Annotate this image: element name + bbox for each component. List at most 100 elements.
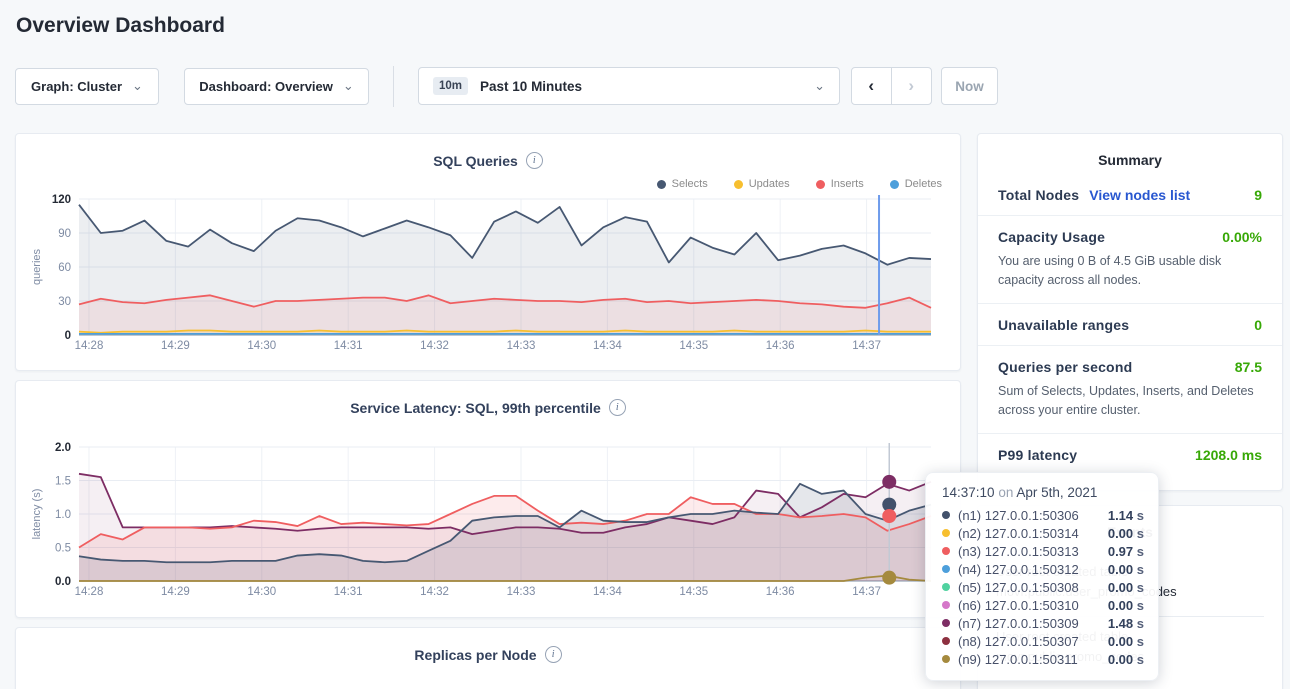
time-range-dropdown[interactable]: 10m Past 10 Minutes ⌄ xyxy=(418,67,840,105)
summary-row-value: 1208.0 ms xyxy=(1195,447,1262,463)
graph-dropdown[interactable]: Graph: Cluster ⌄ xyxy=(15,68,159,105)
svg-text:14:34: 14:34 xyxy=(593,586,622,598)
summary-heading: Summary xyxy=(978,134,1282,168)
svg-text:14:37: 14:37 xyxy=(852,340,881,352)
summary-row: Unavailable ranges 0 xyxy=(978,304,1282,346)
svg-text:latency (s): latency (s) xyxy=(31,489,43,540)
tooltip-node-row: (n3) 127.0.0.1:503130.97 s xyxy=(942,542,1144,560)
svg-text:14:29: 14:29 xyxy=(161,340,190,352)
tooltip-node-value: 0.00 s xyxy=(1108,598,1144,613)
tooltip-node-row: (n1) 127.0.0.1:50306 1.14 s xyxy=(942,506,1144,524)
summary-row: Total Nodes View nodes list 9 xyxy=(978,174,1282,216)
service-latency-card: Service Latency: SQL, 99th percentile i … xyxy=(15,380,961,618)
view-nodes-list-link[interactable]: View nodes list xyxy=(1089,187,1190,203)
summary-row-value: 9 xyxy=(1254,187,1262,203)
summary-row: Queries per second87.5Sum of Selects, Up… xyxy=(978,346,1282,434)
svg-text:14:33: 14:33 xyxy=(507,586,536,598)
tooltip-node-row: (n8) 127.0.0.1:503070.00 s xyxy=(942,632,1144,650)
svg-text:14:35: 14:35 xyxy=(679,586,708,598)
tooltip-node-value: 0.00 s xyxy=(1108,652,1144,667)
service-latency-title: Service Latency: SQL, 99th percentile xyxy=(350,400,601,416)
tooltip-node-row: (n2) 127.0.0.1:50314 0.00 s xyxy=(942,524,1144,542)
chevron-down-icon: ⌄ xyxy=(343,78,354,94)
series-dot-icon xyxy=(942,601,950,609)
summary-row-label: Unavailable ranges xyxy=(998,317,1129,333)
now-button[interactable]: Now xyxy=(941,67,998,105)
summary-row-label: P99 latency xyxy=(998,447,1077,463)
toolbar-divider xyxy=(393,66,394,107)
tooltip-node-address: (n1) 127.0.0.1:50306 xyxy=(958,508,1079,523)
svg-text:14:30: 14:30 xyxy=(247,340,276,352)
svg-text:queries: queries xyxy=(31,248,43,285)
summary-panel: Summary Total Nodes View nodes list 9 Capac… xyxy=(977,133,1283,491)
tooltip-timestamp: 14:37:10 on Apr 5th, 2021 xyxy=(942,485,1144,500)
svg-text:2.0: 2.0 xyxy=(55,442,71,454)
tooltip-node-value: 0.00 s xyxy=(1108,562,1144,577)
svg-text:1.5: 1.5 xyxy=(55,476,71,488)
svg-text:0.0: 0.0 xyxy=(55,576,71,588)
svg-text:120: 120 xyxy=(52,194,71,206)
summary-row-label: Total Nodes xyxy=(998,187,1079,203)
svg-text:90: 90 xyxy=(58,228,71,240)
tooltip-node-value: 0.00 s xyxy=(1108,526,1144,541)
legend-dot-icon xyxy=(657,180,666,189)
time-range-badge: 10m xyxy=(433,77,468,95)
summary-row-value: 0 xyxy=(1254,317,1262,333)
summary-row-value: 0.00% xyxy=(1222,229,1262,245)
tooltip-node-value: 1.14 s xyxy=(1108,508,1144,523)
tooltip-node-address: (n5) 127.0.0.1:50308 xyxy=(958,580,1079,595)
summary-row: P99 latency 1208.0 ms xyxy=(978,434,1282,475)
time-next-button[interactable]: › xyxy=(892,68,932,104)
legend-dot-icon xyxy=(734,180,743,189)
svg-text:1.0: 1.0 xyxy=(55,509,71,521)
tooltip-node-address: (n7) 127.0.0.1:50309 xyxy=(958,616,1079,631)
tooltip-node-address: (n9) 127.0.0.1:50311 xyxy=(958,652,1078,667)
svg-text:14:28: 14:28 xyxy=(75,586,104,598)
summary-row-value: 87.5 xyxy=(1235,359,1262,375)
tooltip-node-row: (n9) 127.0.0.1:50311 0.00 s xyxy=(942,650,1144,668)
series-dot-icon xyxy=(942,583,950,591)
chevron-down-icon: ⌄ xyxy=(132,78,143,94)
summary-row-label: Queries per second xyxy=(998,359,1132,375)
chevron-right-icon: › xyxy=(908,76,914,96)
svg-text:0: 0 xyxy=(65,330,71,342)
tooltip-node-row: (n7) 127.0.0.1:50309 1.48 s xyxy=(942,614,1144,632)
series-dot-icon xyxy=(942,637,950,645)
tooltip-node-value: 1.48 s xyxy=(1108,616,1144,631)
svg-text:14:31: 14:31 xyxy=(334,586,363,598)
tooltip-node-value: 0.00 s xyxy=(1108,580,1144,595)
service-latency-chart[interactable]: 14:28 14:29 14:30 14:31 14:32 14:33 14:34 14:35… xyxy=(16,439,962,615)
replicas-per-node-card: Replicas per Node i xyxy=(15,627,961,689)
svg-text:30: 30 xyxy=(58,296,71,308)
dashboard-dropdown[interactable]: Dashboard: Overview ⌄ xyxy=(184,68,369,105)
svg-text:14:29: 14:29 xyxy=(161,586,190,598)
graph-dropdown-label: Graph: Cluster xyxy=(31,79,122,94)
dashboard-dropdown-label: Dashboard: Overview xyxy=(199,79,333,94)
tooltip-node-row: (n6) 127.0.0.1:50310 0.00 s xyxy=(942,596,1144,614)
summary-row: Capacity Usage 0.00% You are using 0 B of … xyxy=(978,216,1282,304)
info-icon[interactable]: i xyxy=(545,646,562,663)
summary-row-description: You are using 0 B of 4.5 GiB usable disk… xyxy=(998,252,1262,291)
time-prev-button[interactable]: ‹ xyxy=(852,68,892,104)
info-icon[interactable]: i xyxy=(609,399,626,416)
info-icon[interactable]: i xyxy=(526,152,543,169)
legend-dot-icon xyxy=(816,180,825,189)
svg-text:14:30: 14:30 xyxy=(247,586,276,598)
series-dot-icon xyxy=(942,511,950,519)
sql-queries-chart[interactable]: 14:2814:2914:3014:3114:3214:3314:3414:35… xyxy=(16,189,962,367)
tooltip-node-address: (n3) 127.0.0.1:50313 xyxy=(958,544,1079,559)
svg-text:14:36: 14:36 xyxy=(766,340,795,352)
svg-text:14:32: 14:32 xyxy=(420,586,449,598)
summary-row-label: Capacity Usage xyxy=(998,229,1105,245)
svg-text:14:36: 14:36 xyxy=(766,586,795,598)
tooltip-node-address: (n6) 127.0.0.1:50310 xyxy=(958,598,1079,613)
series-dot-icon xyxy=(942,565,950,573)
series-dot-icon xyxy=(942,619,950,627)
series-dot-icon xyxy=(942,655,950,663)
svg-text:14:34: 14:34 xyxy=(593,340,622,352)
replicas-per-node-title: Replicas per Node xyxy=(414,647,536,663)
svg-text:14:28: 14:28 xyxy=(75,340,104,352)
sql-queries-title: SQL Queries xyxy=(433,153,518,169)
tooltip-node-address: (n2) 127.0.0.1:50314 xyxy=(958,526,1079,541)
time-range-label: Past 10 Minutes xyxy=(480,79,582,94)
